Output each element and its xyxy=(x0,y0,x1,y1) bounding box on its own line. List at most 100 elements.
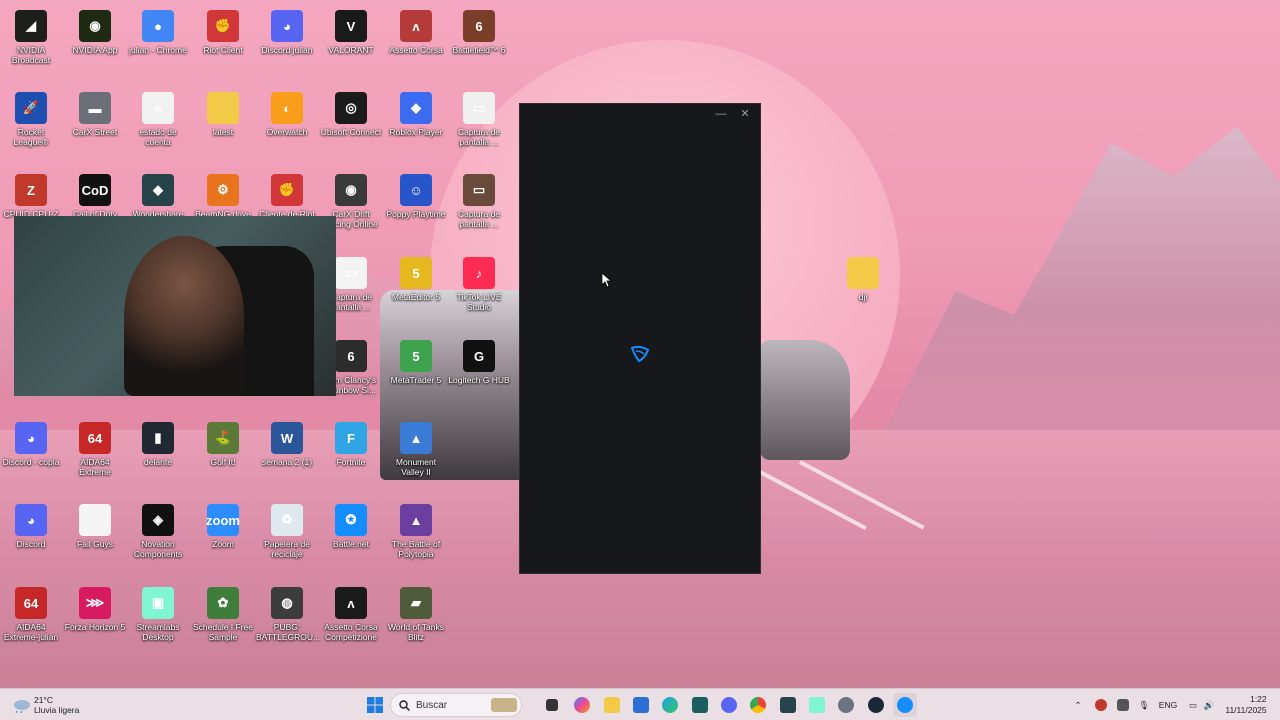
desktop-icon[interactable]: ◢ NVIDIA Broadcast xyxy=(0,6,62,65)
desktop-icon[interactable]: ◈ Novation Components xyxy=(127,500,189,559)
desktop-icon[interactable]: ▲ The Battle of Polytopia xyxy=(385,500,447,559)
desktop-icon-label: Discord - copia xyxy=(2,457,60,467)
desktop-icon[interactable]: latest xyxy=(192,88,254,137)
wondershare-taskbar-button[interactable] xyxy=(776,693,800,717)
desktop-icon[interactable]: F Fortnite xyxy=(320,418,382,467)
desktop-icon[interactable]: zoom Zoom xyxy=(192,500,254,549)
desktop-icon[interactable]: 6 Battlefield™ 6 xyxy=(448,6,510,55)
desktop-icon[interactable]: ▮ delante xyxy=(127,418,189,467)
desktop-icon[interactable]: CoD Call of Duty xyxy=(64,170,126,219)
desktop-icon[interactable]: ◆ Wondershare xyxy=(127,170,189,219)
discord-taskbar-button[interactable] xyxy=(717,693,741,717)
language-indicator[interactable]: ENG xyxy=(1157,693,1179,717)
desktop-icon[interactable]: ◎ Ubisoft Connect xyxy=(320,88,382,137)
desktop-icon-label: delante xyxy=(144,457,172,467)
battlenet-launcher-window[interactable]: — ✕ xyxy=(519,103,761,574)
tray-overflow-button[interactable]: ⌃ xyxy=(1070,693,1086,717)
steam-taskbar-button[interactable] xyxy=(864,693,888,717)
desktop-icon[interactable]: ● julian - Chrome xyxy=(127,6,189,55)
desktop-icon[interactable]: ☺ Poppy Playtime xyxy=(385,170,447,219)
desktop-icon[interactable]: ◉ NVIDIA App xyxy=(64,6,126,55)
aida64-icon: 64 xyxy=(79,422,111,454)
desktop-icon[interactable]: ▭ Captura de pantalla ... xyxy=(448,88,510,147)
desktop-icon[interactable]: ◐ Overwatch xyxy=(256,88,318,137)
weather-icon[interactable] xyxy=(10,693,32,717)
streamlabs-taskbar-button[interactable] xyxy=(805,693,829,717)
task-view-button[interactable] xyxy=(540,693,564,717)
desktop-icon[interactable]: dji xyxy=(832,253,894,302)
assetto-corsa-icon: ʌ xyxy=(400,10,432,42)
desktop-icon[interactable]: ▰ World of Tanks Blitz xyxy=(385,583,447,642)
streamlabs-icon: ▣ xyxy=(142,587,174,619)
desktop-icon[interactable]: ▭ Captura de pantalla ... xyxy=(448,170,510,229)
network-button[interactable]: ▭ xyxy=(1186,693,1200,717)
desktop-icon-label: NVIDIA App xyxy=(72,45,118,55)
tray-sync-icon[interactable] xyxy=(1114,693,1132,717)
microphone-button[interactable]: 🎙 xyxy=(1136,693,1152,717)
desktop-icon[interactable]: ◕ Discord julian xyxy=(256,6,318,55)
desktop-icon[interactable]: ⋙ Forza Horizon 5 xyxy=(64,583,126,632)
store-button[interactable] xyxy=(629,693,653,717)
desktop-icon-label: MetaEditor 5 xyxy=(391,292,441,302)
weather-widget[interactable]: 21°C Lluvia ligera xyxy=(34,693,104,717)
desktop-icon[interactable]: ◆ Roblox Player xyxy=(385,88,447,137)
discord-icon: ◕ xyxy=(15,422,47,454)
desktop-icon-label: Assetto Corsa xyxy=(389,45,443,55)
desktop-icon[interactable]: V VALORANT xyxy=(320,6,382,55)
desktop-icon[interactable]: ʌ Assetto Corsa xyxy=(385,6,447,55)
desktop-icon[interactable]: ʌ Assetto Corsa Competizione xyxy=(320,583,382,642)
desktop-icon[interactable]: ≡ estado de cuenta xyxy=(127,88,189,147)
desktop-icon[interactable]: 64 AIDA64 Extreme-julian xyxy=(0,583,62,642)
volume-button[interactable]: 🔊 xyxy=(1202,693,1216,717)
beamng-icon: ⚙ xyxy=(207,174,239,206)
minimize-button[interactable]: — xyxy=(710,106,732,122)
desktop-icon-label: Ubisoft Connect xyxy=(320,127,382,137)
microphone-icon: 🎙 xyxy=(1138,699,1150,710)
desktop-icon[interactable]: ⚙ BeamNG.drive xyxy=(192,170,254,219)
desktop-icon[interactable]: 5 MetaTrader 5 xyxy=(385,336,447,385)
file-explorer-button[interactable] xyxy=(600,693,624,717)
battlenet-icon: ✪ xyxy=(335,504,367,536)
chrome-icon xyxy=(750,697,766,713)
forza-icon: ⋙ xyxy=(79,587,111,619)
desktop-icon-label: Streamlabs Desktop xyxy=(136,622,180,642)
desktop-icon[interactable]: ▣ Streamlabs Desktop xyxy=(127,583,189,642)
search-placeholder: Buscar xyxy=(416,699,448,711)
desktop-icon[interactable]: ✿ Schedule I Free Sample xyxy=(192,583,254,642)
desktop-icon[interactable]: ✊ Riot Client xyxy=(192,6,254,55)
taskbar-search[interactable]: Buscar xyxy=(390,693,522,717)
close-button[interactable]: ✕ xyxy=(734,106,756,122)
desktop-icon[interactable]: G Logitech G HUB xyxy=(448,336,510,385)
desktop-icon[interactable]: ♪ TikTok LIVE Studio xyxy=(448,253,510,312)
desktop-icon[interactable]: ✊ Cliente de Riot xyxy=(256,170,318,219)
desktop-icon[interactable]: ◕ Discord xyxy=(0,500,62,549)
tray-app-icon[interactable] xyxy=(1092,693,1110,717)
desktop-icon[interactable]: ▲ Monument Valley II xyxy=(385,418,447,477)
desktop-icon[interactable]: ◕ Discord - copia xyxy=(0,418,62,467)
poppy-playtime-icon: ☺ xyxy=(400,174,432,206)
desktop-icon-label: Overwatch xyxy=(266,127,308,137)
settings-taskbar-button[interactable] xyxy=(834,693,858,717)
desktop-icon[interactable]: ◍ PUBG: BATTLEGROU... xyxy=(256,583,320,642)
desktop-icon[interactable]: ✪ Battle.net xyxy=(320,500,382,549)
desktop-icon[interactable]: Wsemana 2 (1) xyxy=(256,418,318,467)
desktop-icon[interactable]: ♻ Papelera de reciclaje xyxy=(256,500,318,559)
desktop-icon[interactable]: 🚀 Rocket League® xyxy=(0,88,62,147)
desktop-icon[interactable]: 5 MetaEditor 5 xyxy=(385,253,447,302)
desktop-icon[interactable]: ⛳ Golf It! xyxy=(192,418,254,467)
copilot-button[interactable] xyxy=(570,693,594,717)
desktop-icon[interactable]: 64 AIDA64 Extreme xyxy=(64,418,126,477)
battlenet-taskbar-button[interactable] xyxy=(893,693,917,717)
chrome-taskbar-button[interactable] xyxy=(746,693,770,717)
desktop-icon-label: TikTok LIVE Studio xyxy=(456,292,502,312)
edge-button[interactable] xyxy=(658,693,682,717)
desktop-icon-label: VALORANT xyxy=(328,45,374,55)
desktop-icon-label: Captura de pantalla ... xyxy=(457,127,501,147)
desktop-icon[interactable]: Fall Guys xyxy=(64,500,126,549)
discord-icon: ◕ xyxy=(15,504,47,536)
clock[interactable]: 1:22 11/11/2025 xyxy=(1222,693,1270,717)
start-button[interactable] xyxy=(363,693,387,717)
desktop-icon[interactable]: Z CPUID CPU-Z xyxy=(0,170,62,219)
desktop-icon[interactable]: ▬ CarX Street xyxy=(64,88,126,137)
terminal-button[interactable] xyxy=(688,693,712,717)
